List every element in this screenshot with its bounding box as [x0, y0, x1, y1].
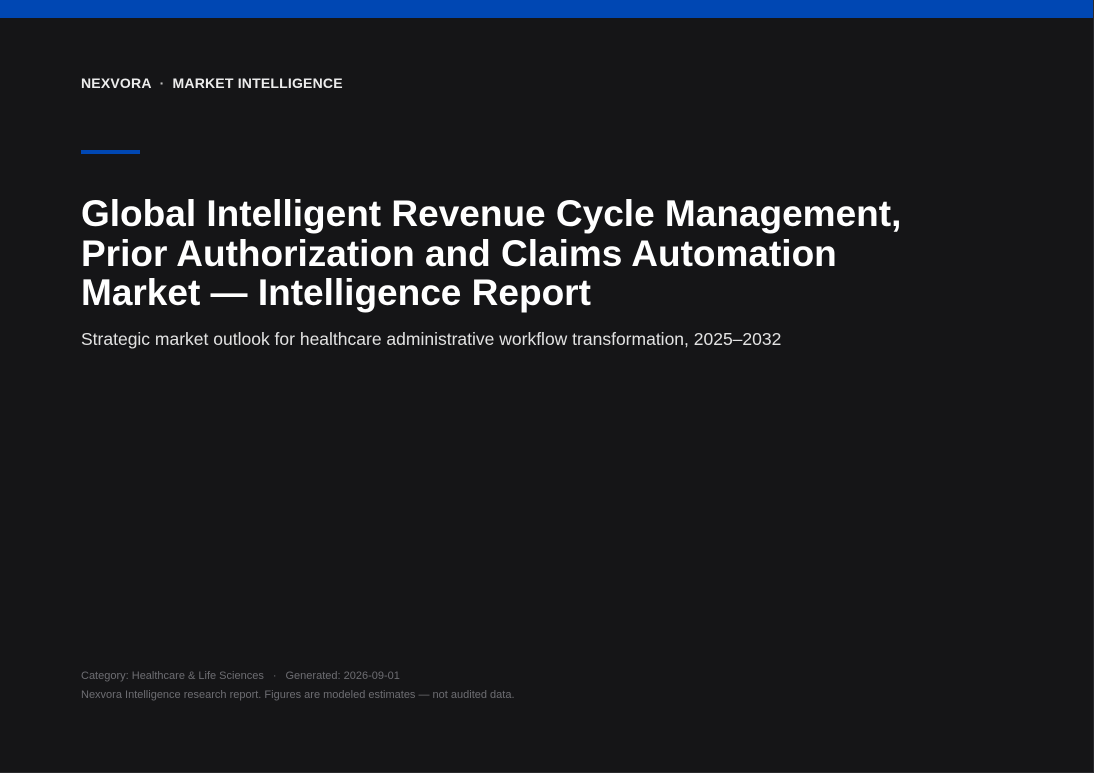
brand-separator: · [159, 75, 165, 91]
report-disclaimer: Nexvora Intelligence research report. Fi… [81, 689, 515, 701]
report-title-line-3: Market — Intelligence Report [81, 272, 591, 313]
accent-rule [81, 150, 140, 154]
meta-separator: · [272, 670, 277, 682]
report-category: Category: Healthcare & Life Sciences [81, 670, 264, 682]
top-accent-bar [0, 0, 1093, 18]
brand-section: MARKET INTELLIGENCE [172, 75, 343, 91]
report-meta-row: Category: Healthcare & Life Sciences · Gen… [81, 667, 515, 686]
brand-header: NEXVORA · MARKET INTELLIGENCE [81, 75, 343, 91]
report-title-line-1: Global Intelligent Revenue Cycle Managem… [81, 193, 902, 234]
report-generated-date: Generated: 2026-09-01 [285, 670, 400, 682]
report-title-line-2: Prior Authorization and Claims Automatio… [81, 232, 837, 274]
report-title: Global Intelligent Revenue Cycle Managem… [81, 194, 1041, 313]
brand-name: NEXVORA [81, 75, 152, 91]
report-cover: NEXVORA · MARKET INTELLIGENCE Global Intel… [0, 0, 1094, 773]
report-subtitle: Strategic market outlook for healthcare … [81, 329, 782, 349]
report-footer: Category: Healthcare & Life Sciences · Gen… [81, 667, 515, 705]
